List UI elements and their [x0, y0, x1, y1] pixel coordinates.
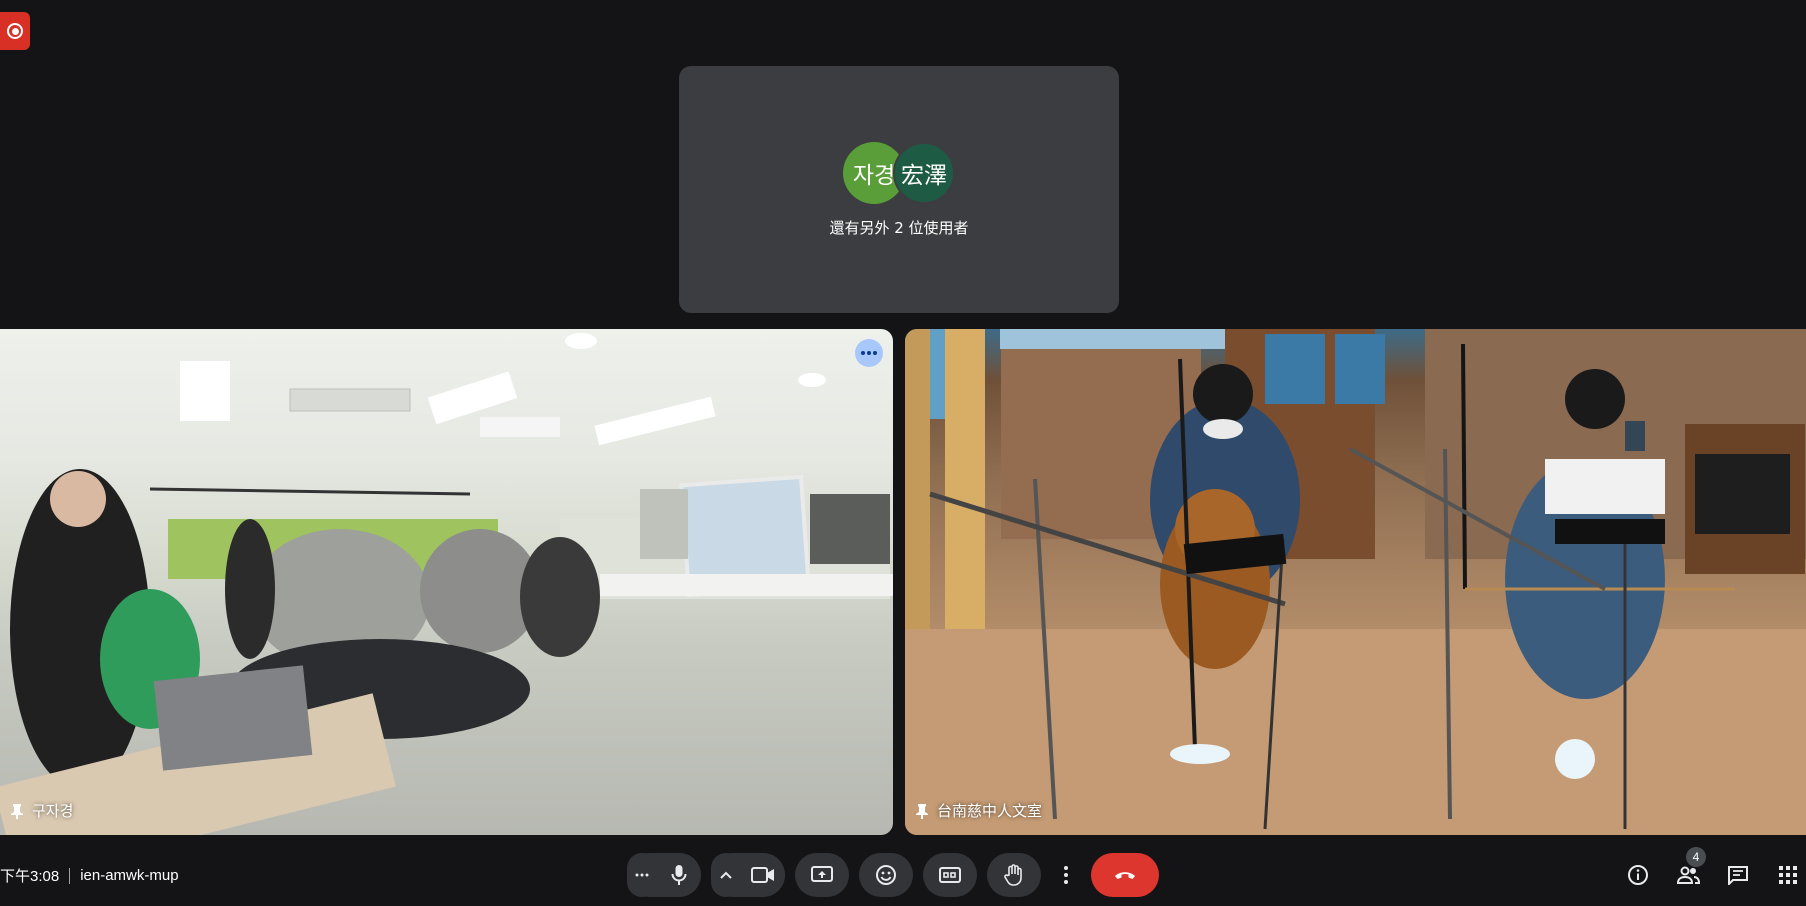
participant-video — [905, 329, 1806, 835]
more-vert-icon — [1064, 866, 1068, 884]
video-tile-participant-1[interactable]: 구자경 — [0, 329, 893, 835]
captions-icon — [939, 867, 961, 883]
audio-options-button[interactable] — [627, 853, 657, 897]
avatar-stack: 자경 宏澤 — [843, 142, 955, 204]
participant-name-label: 台南慈中人文室 — [915, 800, 1042, 821]
chevron-up-icon — [720, 871, 732, 879]
reactions-button[interactable] — [859, 853, 913, 897]
participant-count-badge: 4 — [1686, 847, 1706, 867]
chat-icon — [1728, 866, 1748, 885]
others-participants-tile[interactable]: 자경 宏澤 還有另外 2 位使用者 — [679, 66, 1119, 313]
microphone-button[interactable] — [657, 853, 701, 897]
present-screen-icon — [811, 866, 833, 882]
activities-button[interactable] — [1770, 857, 1806, 893]
info-icon — [1628, 865, 1648, 885]
bottom-toolbar: 下午3:08 ien-amwk-mup 4 — [0, 843, 1806, 906]
meeting-code[interactable]: ien-amwk-mup — [80, 867, 178, 884]
present-screen-button[interactable] — [795, 853, 849, 897]
camera-icon — [751, 867, 774, 883]
participant-name-label: 구자경 — [10, 800, 73, 821]
recording-indicator[interactable] — [0, 12, 30, 50]
call-controls — [627, 853, 1159, 897]
video-tile-participant-2[interactable]: 台南慈中人文室 — [905, 329, 1806, 835]
camera-button[interactable] — [741, 853, 785, 897]
audio-control-group — [627, 853, 701, 897]
hand-icon — [1004, 864, 1022, 886]
people-button[interactable]: 4 — [1670, 847, 1706, 893]
video-options-button[interactable] — [711, 853, 741, 897]
people-icon — [1676, 866, 1700, 884]
pin-icon[interactable] — [10, 803, 24, 819]
tile-more-options-button[interactable] — [855, 339, 883, 367]
video-control-group — [711, 853, 785, 897]
emoji-icon — [876, 865, 896, 885]
more-horiz-icon — [635, 873, 649, 877]
apps-grid-icon — [1779, 866, 1797, 884]
raise-hand-button[interactable] — [987, 853, 1041, 897]
record-icon — [7, 23, 23, 39]
meeting-details-button[interactable] — [1620, 857, 1656, 893]
meeting-side-controls: 4 — [1620, 847, 1806, 893]
microphone-icon — [671, 865, 687, 885]
captions-button[interactable] — [923, 853, 977, 897]
participant-video — [0, 329, 893, 835]
chat-button[interactable] — [1720, 857, 1756, 893]
more-options-button[interactable] — [1051, 853, 1081, 897]
participant-name: 台南慈中人文室 — [937, 803, 1043, 820]
leave-call-button[interactable] — [1091, 853, 1159, 897]
meeting-time: 下午3:08 — [0, 868, 60, 885]
meeting-info: 下午3:08 ien-amwk-mup — [0, 865, 179, 886]
pin-icon[interactable] — [915, 803, 929, 819]
more-horiz-icon — [861, 351, 877, 355]
end-call-icon — [1115, 872, 1135, 879]
participant-name: 구자경 — [32, 803, 74, 820]
avatar: 宏澤 — [893, 142, 955, 204]
separator — [69, 867, 71, 884]
others-count-text: 還有另外 2 位使用者 — [829, 219, 969, 237]
